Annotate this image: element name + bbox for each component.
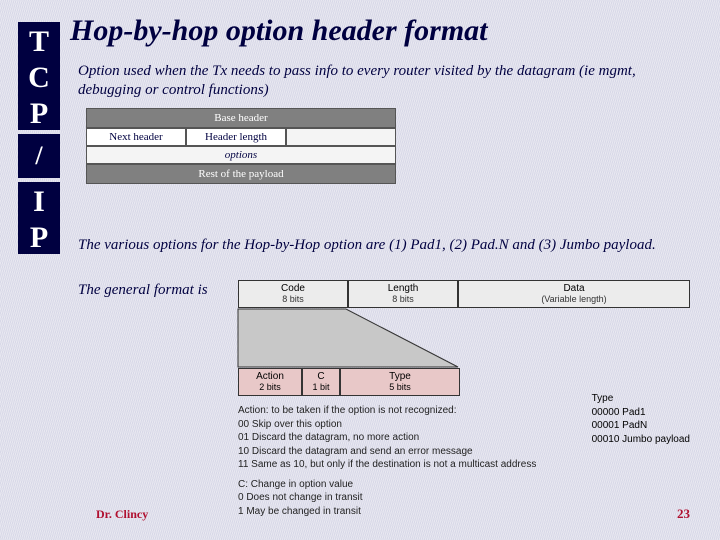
fig1-header-length: Header length bbox=[186, 128, 286, 146]
fig2-c: C1 bit bbox=[302, 368, 340, 396]
fig1-rest: Rest of the payload bbox=[86, 164, 396, 184]
fig1-options: options bbox=[86, 146, 396, 164]
sidebar-t: T bbox=[18, 24, 60, 60]
sidebar-p2: P bbox=[18, 220, 60, 256]
footer-author: Dr. Clincy bbox=[96, 507, 148, 522]
fig1-next-header: Next header bbox=[86, 128, 186, 146]
sidebar-mid: / bbox=[18, 134, 60, 178]
fig2-code: Code8 bits bbox=[238, 280, 348, 308]
fig2-type: Type5 bits bbox=[340, 368, 460, 396]
fig2-expansion bbox=[238, 308, 690, 368]
intro-text: Option used when the Tx needs to pass in… bbox=[78, 62, 678, 100]
fig1-blank bbox=[286, 128, 396, 146]
sidebar-p1: P bbox=[18, 96, 60, 132]
legend-c1: 1 May be changed in transit bbox=[238, 505, 690, 519]
trapezoid-icon bbox=[236, 307, 466, 369]
figure-base-header: Base header Next header Header length op… bbox=[86, 108, 396, 184]
type-jumbo: 00010 Jumbo payload bbox=[592, 433, 690, 447]
fig2-data: Data(Variable length) bbox=[458, 280, 690, 308]
fig2-type-table: Type 00000 Pad1 00001 PadN 00010 Jumbo p… bbox=[592, 392, 690, 446]
sidebar-c: C bbox=[18, 60, 60, 96]
fig2-action: Action2 bits bbox=[238, 368, 302, 396]
type-padn: 00001 PadN bbox=[592, 419, 690, 433]
sidebar-slash: / bbox=[18, 134, 60, 178]
sidebar-top: T C P bbox=[18, 22, 60, 130]
fig2-length: Length8 bits bbox=[348, 280, 458, 308]
footer-page-number: 23 bbox=[677, 506, 690, 522]
fig1-base: Base header bbox=[86, 108, 396, 128]
sidebar-i: I bbox=[18, 184, 60, 220]
slide-title: Hop-by-hop option header format bbox=[70, 14, 488, 48]
sidebar-acronym: T C P bbox=[18, 22, 60, 130]
legend-c0: 0 Does not change in transit bbox=[238, 491, 690, 505]
legend-c-head: C: Change in option value bbox=[238, 478, 690, 492]
legend-a11: 11 Same as 10, but only if the destinati… bbox=[238, 458, 690, 472]
sidebar-bot: I P bbox=[18, 182, 60, 254]
figure-code-format: Code8 bits Length8 bits Data(Variable le… bbox=[238, 280, 690, 518]
type-pad1: 00000 Pad1 bbox=[592, 406, 690, 420]
options-paragraph: The various options for the Hop-by-Hop o… bbox=[78, 236, 698, 256]
type-head: Type bbox=[592, 392, 690, 406]
legend-a10: 10 Discard the datagram and send an erro… bbox=[238, 445, 690, 459]
fig2-bits-row: Action2 bits C1 bit Type5 bits bbox=[238, 368, 460, 396]
fig2-top-row: Code8 bits Length8 bits Data(Variable le… bbox=[238, 280, 690, 308]
